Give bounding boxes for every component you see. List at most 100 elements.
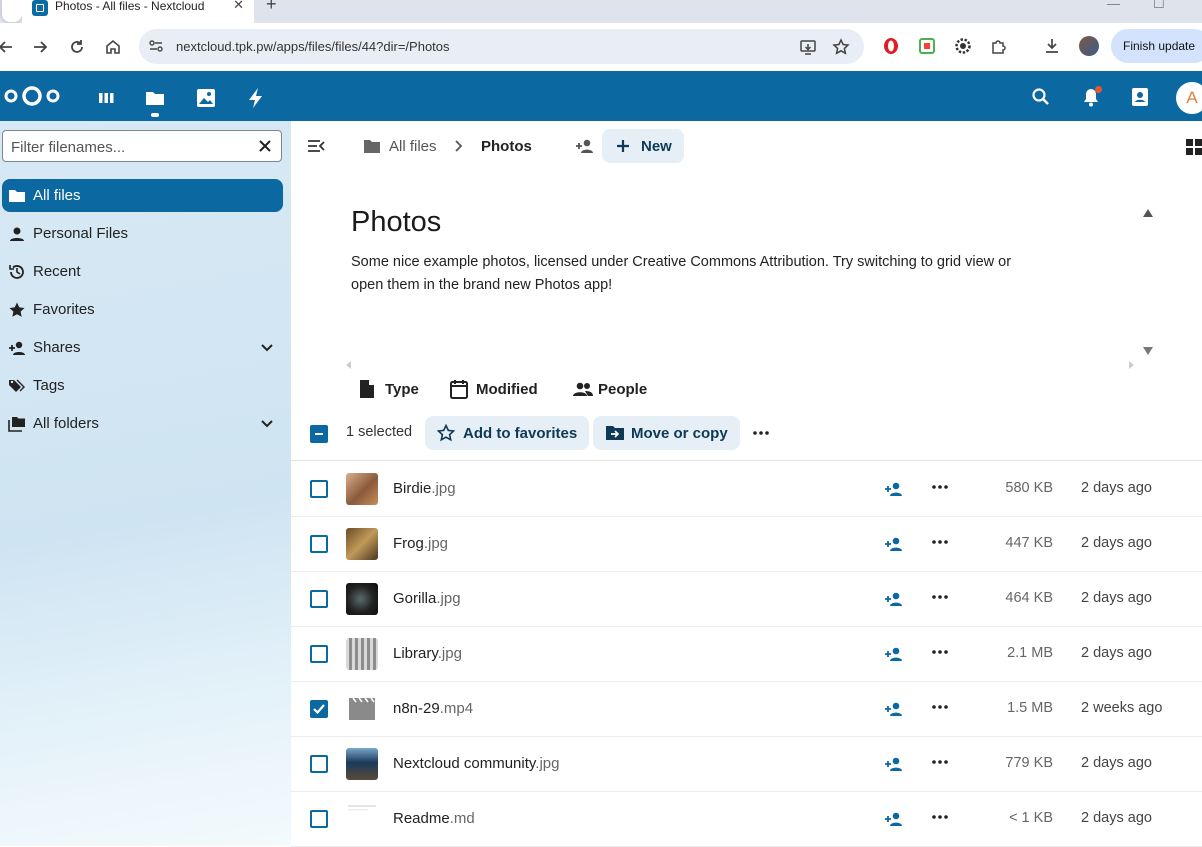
file-name[interactable]: Nextcloud community.jpg [393, 755, 559, 772]
downloads-icon[interactable] [1043, 37, 1061, 55]
file-actions-icon[interactable] [931, 645, 949, 659]
more-actions-icon[interactable] [752, 426, 770, 440]
url-text[interactable]: nextcloud.tpk.pw/apps/files/files/44?dir… [176, 39, 450, 54]
settings-gear-extension-icon[interactable] [954, 37, 972, 55]
scroll-right-arrow-icon[interactable] [1129, 361, 1134, 369]
photo-community[interactable] [346, 748, 378, 780]
minimize-window-icon[interactable]: — [1107, 0, 1120, 11]
file-actions-icon[interactable] [931, 755, 949, 769]
file-name[interactable]: Readme.md [393, 810, 475, 827]
sidebar-item-recent[interactable]: Recent [2, 255, 283, 288]
nextcloud-logo-icon[interactable] [4, 85, 60, 107]
file-row[interactable]: Readme.md < 1 KB 2 days ago [291, 791, 1202, 847]
file-checkbox[interactable] [310, 535, 328, 553]
document-icon[interactable] [346, 803, 378, 835]
scroll-down-arrow-icon[interactable] [1143, 347, 1153, 355]
sidebar-item-all-folders[interactable]: All folders [2, 407, 283, 440]
share-file-icon[interactable] [884, 755, 904, 773]
install-app-icon[interactable] [799, 38, 817, 56]
search-icon[interactable] [1030, 86, 1052, 108]
video-icon[interactable] [346, 693, 378, 725]
share-file-icon[interactable] [884, 810, 904, 828]
file-name[interactable]: Library.jpg [393, 645, 462, 662]
notifications-bell-icon[interactable] [1080, 86, 1102, 108]
share-file-icon[interactable] [884, 645, 904, 663]
filter-modified-button[interactable]: Modified [450, 378, 545, 402]
file-name[interactable]: Frog.jpg [393, 535, 448, 552]
filter-filenames-field[interactable] [2, 130, 282, 162]
file-name[interactable]: Gorilla.jpg [393, 590, 461, 607]
new-tab-icon[interactable]: + [266, 0, 277, 15]
file-actions-icon[interactable] [931, 590, 949, 604]
address-bar[interactable]: nextcloud.tpk.pw/apps/files/files/44?dir… [139, 29, 864, 64]
color-picker-extension-icon[interactable] [918, 37, 936, 55]
sidebar-item-tags[interactable]: Tags [2, 369, 283, 402]
filter-type-button[interactable]: Type [359, 378, 429, 402]
sidebar-item-personal-files[interactable]: Personal Files [2, 217, 283, 250]
file-row[interactable]: Frog.jpg 447 KB 2 days ago [291, 516, 1202, 572]
site-settings-icon[interactable] [148, 38, 164, 54]
home-icon[interactable] [101, 35, 125, 59]
photo-bird[interactable] [346, 473, 378, 505]
sidebar-item-all-files[interactable]: All files [2, 179, 283, 212]
file-actions-icon[interactable] [931, 535, 949, 549]
share-file-icon[interactable] [884, 590, 904, 608]
file-actions-icon[interactable] [931, 700, 949, 714]
scroll-left-arrow-icon[interactable] [346, 361, 351, 369]
file-checkbox[interactable] [310, 700, 328, 718]
maximize-window-icon[interactable]: ☐ [1153, 0, 1165, 12]
opera-extension-icon[interactable] [882, 37, 900, 55]
file-name[interactable]: n8n-29.mp4 [393, 700, 473, 717]
previous-tab-edge[interactable] [0, 0, 24, 24]
photo-frog[interactable] [346, 528, 378, 560]
filter-filenames-input[interactable] [9, 136, 249, 158]
share-file-icon[interactable] [884, 535, 904, 553]
sidebar-item-favorites[interactable]: Favorites [2, 293, 283, 326]
chevron-down-icon[interactable] [259, 339, 275, 355]
toggle-navigation-icon[interactable] [306, 137, 326, 155]
photo-library[interactable] [346, 638, 378, 670]
breadcrumb-all-files[interactable]: All files [389, 138, 437, 155]
activity-app-icon[interactable] [244, 86, 268, 110]
share-file-icon[interactable] [884, 700, 904, 718]
files-app-icon[interactable] [143, 86, 167, 117]
file-row[interactable]: Library.jpg 2.1 MB 2 days ago [291, 626, 1202, 682]
bookmark-star-icon[interactable] [832, 38, 850, 56]
file-checkbox[interactable] [310, 590, 328, 608]
browser-profile-avatar[interactable] [1079, 36, 1099, 56]
extensions-puzzle-icon[interactable] [990, 37, 1008, 55]
file-checkbox[interactable] [310, 755, 328, 773]
file-checkbox[interactable] [310, 645, 328, 663]
new-button[interactable]: New [602, 129, 684, 163]
breadcrumb-current-folder[interactable]: Photos [481, 138, 532, 155]
file-name[interactable]: Birdie.jpg [393, 480, 456, 497]
finish-update-button[interactable]: Finish update [1111, 29, 1202, 63]
dashboard-app-icon[interactable] [94, 86, 118, 110]
move-or-copy-button[interactable]: Move or copy [593, 416, 740, 450]
close-tab-icon[interactable]: ✕ [233, 0, 244, 13]
contacts-icon[interactable] [1129, 86, 1151, 108]
file-row[interactable]: n8n-29.mp4 1.5 MB 2 weeks ago [291, 681, 1202, 737]
file-checkbox[interactable] [310, 480, 328, 498]
back-arrow-icon[interactable] [0, 35, 18, 59]
file-actions-icon[interactable] [931, 810, 949, 824]
select-all-checkbox[interactable] [310, 425, 328, 443]
clear-filter-icon[interactable] [257, 138, 273, 154]
browser-tab[interactable]: Photos - All files - Nextcloud ✕ [22, 0, 254, 23]
filter-people-button[interactable]: People [572, 378, 657, 402]
file-row[interactable]: Nextcloud community.jpg 779 KB 2 days ag… [291, 736, 1202, 792]
grid-view-icon[interactable] [1185, 138, 1202, 156]
user-avatar[interactable]: A [1176, 82, 1202, 114]
photos-app-icon[interactable] [194, 86, 218, 110]
photo-gorilla[interactable] [346, 583, 378, 615]
file-actions-icon[interactable] [931, 480, 949, 494]
share-folder-icon[interactable] [575, 137, 595, 155]
share-file-icon[interactable] [884, 480, 904, 498]
chevron-down-icon[interactable] [259, 415, 275, 431]
forward-arrow-icon[interactable] [28, 35, 52, 59]
scroll-up-arrow-icon[interactable] [1143, 209, 1153, 217]
file-checkbox[interactable] [310, 810, 328, 828]
reload-icon[interactable] [65, 35, 89, 59]
file-row[interactable]: Gorilla.jpg 464 KB 2 days ago [291, 571, 1202, 627]
sidebar-item-shares[interactable]: Shares [2, 331, 283, 364]
